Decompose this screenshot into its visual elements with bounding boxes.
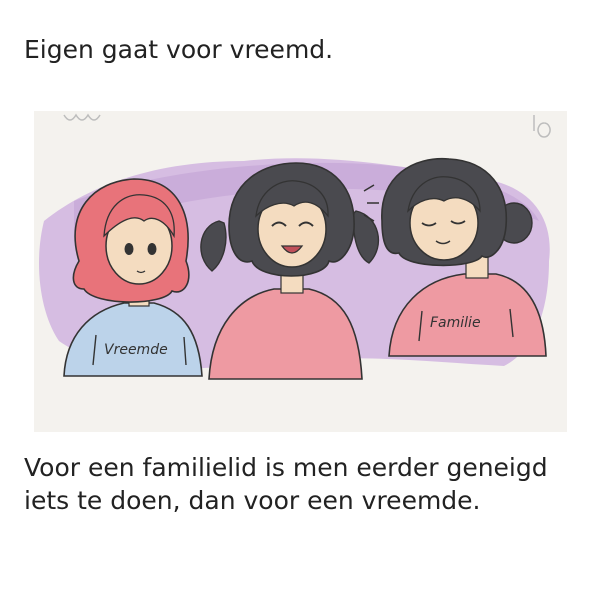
stranger-shirt-label: Vreemde [104, 342, 168, 358]
card-title: Eigen gaat voor vreemd. [24, 35, 334, 64]
illustration-drawing: Vreemde Familie [34, 111, 567, 432]
family-shirt-label: Familie [430, 315, 481, 331]
card-caption: Voor een familielid is men eerder geneig… [24, 453, 548, 515]
comic-illustration: Vreemde Familie [34, 111, 567, 432]
